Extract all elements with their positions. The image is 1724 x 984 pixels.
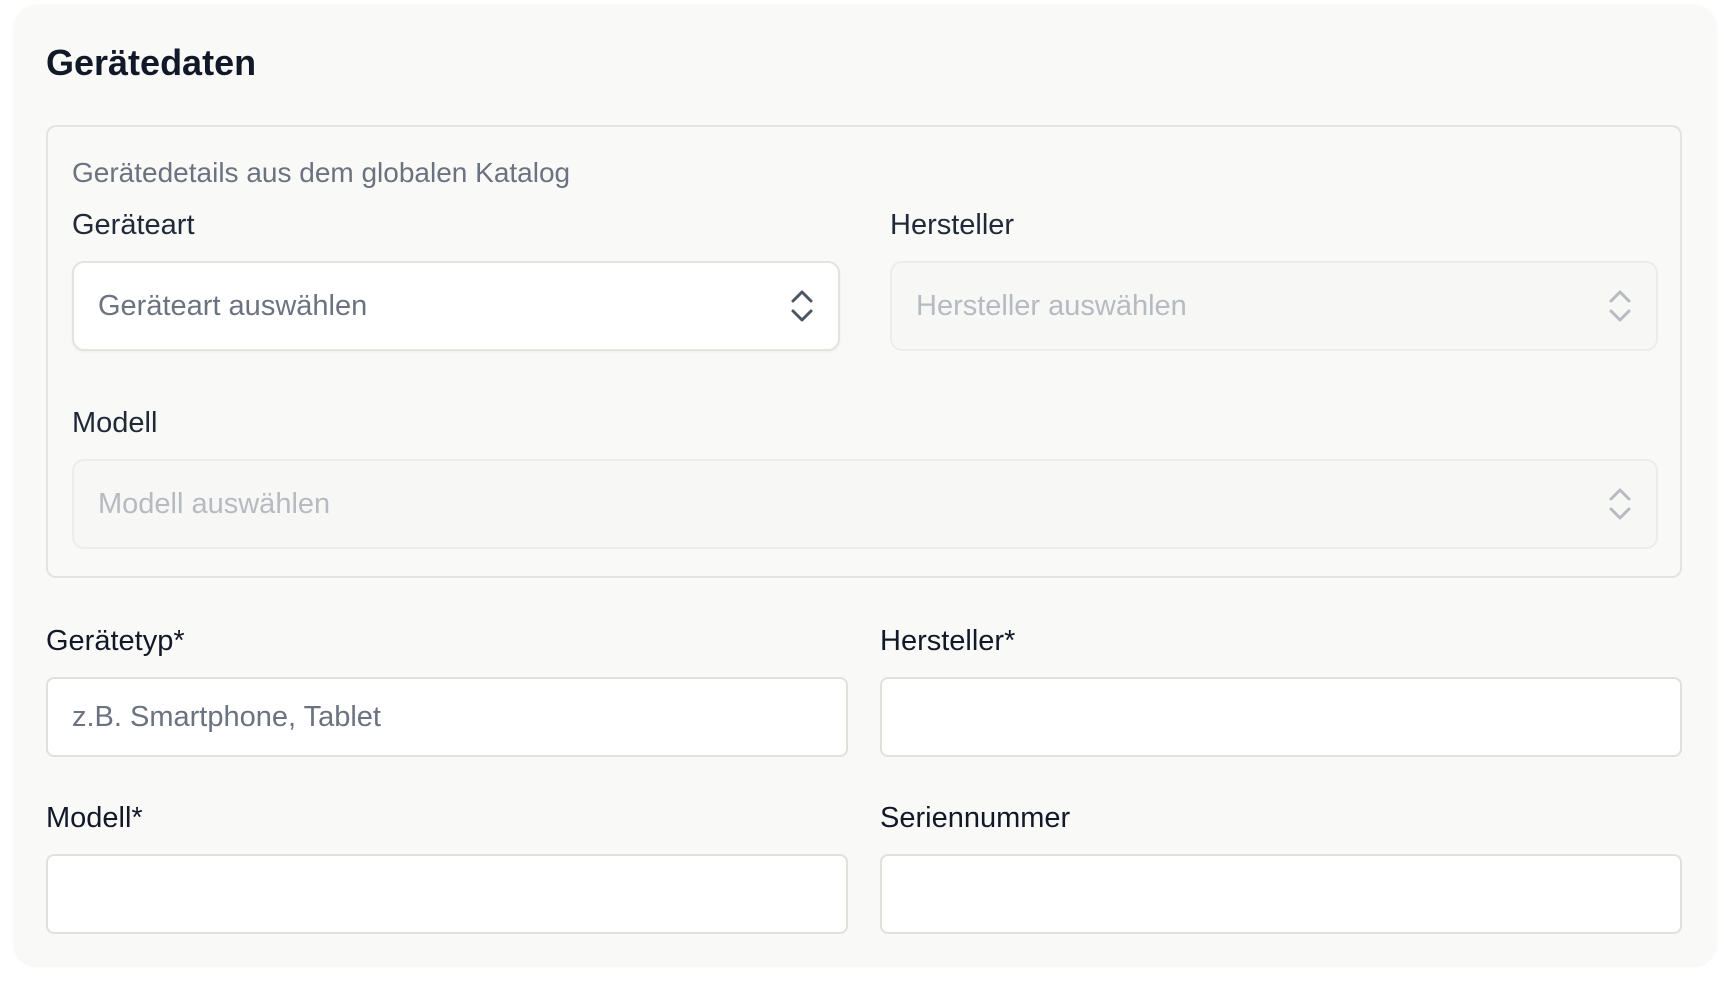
model-label: Modell* [46, 802, 143, 834]
manufacturer-catalog-label: Hersteller [890, 209, 1015, 241]
manufacturer-label: Hersteller* [880, 625, 1016, 657]
serial-number-label: Seriennummer [880, 802, 1071, 834]
device-kind-placeholder: Geräteart auswählen [98, 290, 368, 322]
global-catalog-panel: Gerätedetails aus dem globalen Katalog G… [46, 125, 1682, 578]
model-input[interactable] [46, 854, 848, 934]
catalog-description: Gerätedetails aus dem globalen Katalog [72, 157, 571, 188]
device-type-label: Gerätetyp* [46, 625, 185, 657]
chevron-up-down-icon [1609, 488, 1631, 520]
manufacturer-catalog-placeholder: Hersteller auswählen [916, 290, 1187, 322]
device-data-card: Gerätedaten Gerätedetails aus dem global… [14, 5, 1716, 965]
model-catalog-select[interactable]: Modell auswählen [72, 459, 1658, 549]
serial-number-input[interactable] [880, 854, 1682, 934]
chevron-up-down-icon [791, 290, 813, 322]
model-catalog-label: Modell [72, 407, 158, 439]
device-type-input[interactable] [46, 677, 848, 757]
manufacturer-input[interactable] [880, 677, 1682, 757]
manufacturer-catalog-select[interactable]: Hersteller auswählen [890, 261, 1658, 351]
chevron-up-down-icon [1609, 290, 1631, 322]
section-title: Gerätedaten [46, 42, 257, 83]
device-kind-label: Geräteart [72, 209, 195, 241]
device-kind-select[interactable]: Geräteart auswählen [72, 261, 840, 351]
model-catalog-placeholder: Modell auswählen [98, 488, 331, 520]
